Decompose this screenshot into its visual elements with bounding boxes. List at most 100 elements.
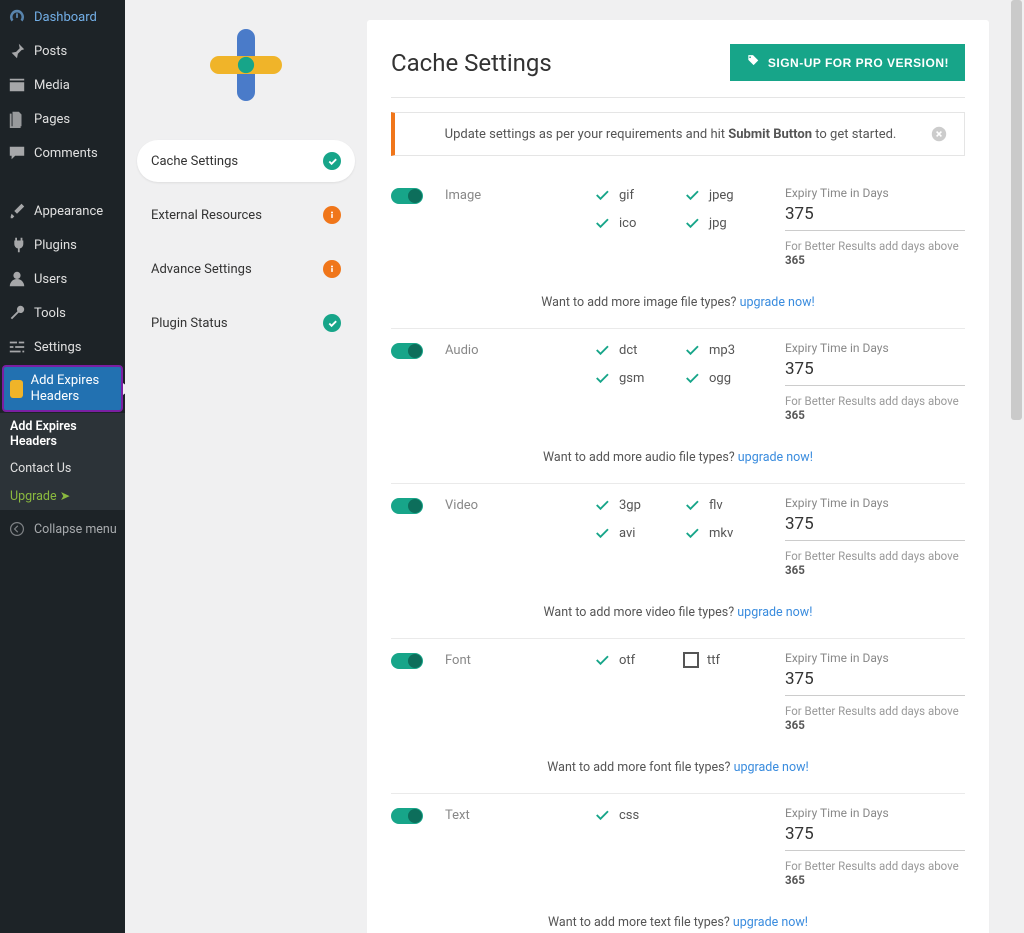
sidebar-item-label: Settings — [34, 340, 81, 355]
file-type-item[interactable]: ogg — [683, 369, 767, 387]
file-type-label: flv — [709, 498, 723, 513]
check-icon — [593, 341, 611, 359]
info-icon — [323, 260, 341, 278]
upgrade-link[interactable]: upgrade now! — [733, 915, 808, 930]
file-type-label: css — [619, 808, 639, 823]
submenu-item[interactable]: Contact Us — [0, 455, 125, 482]
sidebar-item-media[interactable]: Media — [0, 68, 125, 102]
sidebar-item-posts[interactable]: Posts — [0, 34, 125, 68]
file-type-item[interactable]: dct — [593, 341, 677, 359]
expiry-value-input[interactable]: 375 — [785, 359, 965, 386]
file-types-grid: 3gp flv avi mkv — [593, 496, 767, 542]
section-title: Font — [445, 651, 575, 668]
upgrade-link[interactable]: upgrade now! — [737, 605, 812, 620]
file-type-item[interactable]: gsm — [593, 369, 677, 387]
add-more-prompt: Want to add more image file types? upgra… — [391, 295, 965, 310]
file-type-item[interactable]: ttf — [683, 651, 767, 669]
check-icon — [593, 496, 611, 514]
pages-icon — [8, 110, 26, 128]
scrollbar[interactable] — [1009, 0, 1024, 933]
upgrade-link[interactable]: upgrade now! — [738, 450, 813, 465]
nav-pill-plugin-status[interactable]: Plugin Status — [137, 302, 355, 344]
file-type-label: avi — [619, 526, 635, 541]
signup-pro-button[interactable]: SIGN-UP FOR PRO VERSION! — [730, 44, 965, 81]
add-more-prompt: Want to add more font file types? upgrad… — [391, 760, 965, 775]
settings-nav-panel: Cache Settings External Resources Advance … — [125, 0, 367, 933]
sidebar-item-settings[interactable]: Settings — [0, 330, 125, 364]
collapse-menu[interactable]: Collapse menu — [0, 510, 125, 548]
file-type-item[interactable]: 3gp — [593, 496, 677, 514]
toggle-image[interactable] — [391, 188, 423, 204]
check-icon — [593, 806, 611, 824]
file-type-item[interactable]: mkv — [683, 524, 767, 542]
nav-pill-external-resources[interactable]: External Resources — [137, 194, 355, 236]
scrollbar-thumb[interactable] — [1011, 0, 1022, 420]
admin-sidebar: Dashboard Posts MediaPagesComments Appearan… — [0, 0, 125, 933]
file-type-item[interactable]: gif — [593, 186, 677, 204]
add-more-prompt: Want to add more video file types? upgra… — [391, 605, 965, 620]
file-type-item[interactable]: css — [593, 806, 677, 824]
nav-pill-label: Plugin Status — [151, 316, 228, 331]
expiry-hint: For Better Results add days above 365 — [785, 239, 965, 267]
sidebar-item-comments[interactable]: Comments — [0, 136, 125, 170]
file-type-label: otf — [619, 653, 635, 668]
submenu-item[interactable]: Add Expires Headers — [0, 413, 125, 455]
sidebar-item-appearance[interactable]: Appearance — [0, 194, 125, 228]
close-icon[interactable] — [930, 125, 948, 143]
info-icon — [323, 206, 341, 224]
file-type-item[interactable]: avi — [593, 524, 677, 542]
check-icon — [683, 341, 701, 359]
file-type-item[interactable]: jpg — [683, 214, 767, 232]
card-header: Cache Settings SIGN-UP FOR PRO VERSION! — [391, 44, 965, 98]
section-title: Text — [445, 806, 575, 823]
page-title: Cache Settings — [391, 49, 552, 77]
file-type-label: 3gp — [619, 498, 641, 513]
expiry-value-input[interactable]: 375 — [785, 204, 965, 231]
file-type-item[interactable]: otf — [593, 651, 677, 669]
sidebar-item-label: Add Expires Headers — [31, 373, 115, 404]
check-icon — [683, 186, 701, 204]
nav-pill-advance-settings[interactable]: Advance Settings — [137, 248, 355, 290]
info-notice: Update settings as per your requirements… — [391, 112, 965, 156]
sidebar-item-label: Plugins — [34, 238, 77, 253]
expiry-value-input[interactable]: 375 — [785, 824, 965, 851]
expiry-value-input[interactable]: 375 — [785, 669, 965, 696]
file-type-label: ttf — [707, 653, 720, 668]
sidebar-item-pages[interactable]: Pages — [0, 102, 125, 136]
upgrade-link[interactable]: upgrade now! — [734, 760, 809, 775]
sliders-icon — [8, 338, 26, 356]
sidebar-item-plugins[interactable]: Plugins — [0, 228, 125, 262]
collapse-icon — [8, 520, 26, 538]
sidebar-item-dashboard[interactable]: Dashboard — [0, 0, 125, 34]
toggle-video[interactable] — [391, 498, 423, 514]
user-icon — [8, 270, 26, 288]
sidebar-item-users[interactable]: Users — [0, 262, 125, 296]
expiry-block: Expiry Time in Days375For Better Results… — [785, 651, 965, 732]
file-type-item[interactable]: ico — [593, 214, 677, 232]
checkbox-empty-icon[interactable] — [683, 652, 699, 668]
toggle-audio[interactable] — [391, 343, 423, 359]
file-type-label: ico — [619, 216, 636, 231]
nav-pill-label: Advance Settings — [151, 262, 252, 277]
file-type-item[interactable]: mp3 — [683, 341, 767, 359]
expiry-hint: For Better Results add days above 365 — [785, 549, 965, 577]
upgrade-link[interactable]: upgrade now! — [740, 295, 815, 310]
submenu-item-upgrade[interactable]: Upgrade ➤ — [0, 482, 125, 510]
expiry-value-input[interactable]: 375 — [785, 514, 965, 541]
wrench-icon — [8, 304, 26, 322]
sidebar-item-add-expires[interactable]: Add Expires Headers — [2, 365, 123, 412]
file-type-item[interactable]: flv — [683, 496, 767, 514]
nav-pill-cache-settings[interactable]: Cache Settings — [137, 140, 355, 182]
toggle-text[interactable] — [391, 808, 423, 824]
check-icon — [323, 152, 341, 170]
toggle-font[interactable] — [391, 653, 423, 669]
nav-pill-label: External Resources — [151, 208, 262, 223]
expiry-label: Expiry Time in Days — [785, 806, 965, 820]
file-types-grid: dct mp3 gsmogg — [593, 341, 767, 387]
section-title: Video — [445, 496, 575, 513]
sidebar-item-tools[interactable]: Tools — [0, 296, 125, 330]
file-type-item[interactable]: jpeg — [683, 186, 767, 204]
sidebar-item-label: Posts — [34, 44, 67, 59]
section-text: TextcssExpiry Time in Days375For Better … — [391, 794, 965, 933]
check-icon — [683, 369, 701, 387]
